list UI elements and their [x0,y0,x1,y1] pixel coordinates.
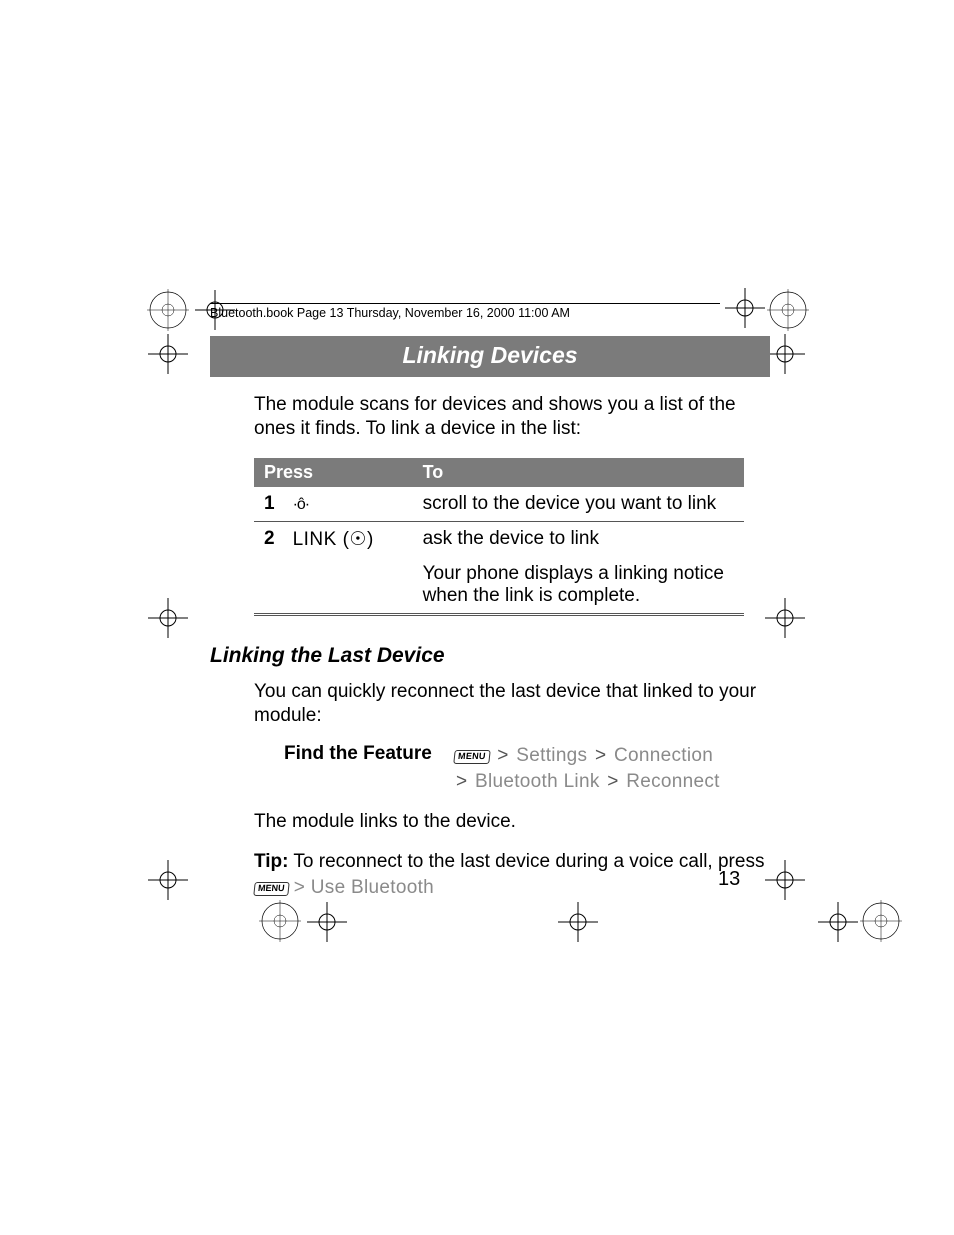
crop-mark [765,860,805,900]
find-the-feature: Find the Feature MENU > Settings > Conne… [210,743,770,794]
rosette-bottom-left [257,898,303,944]
menu-key-icon: MENU [453,750,490,764]
crop-mark [765,334,805,374]
crop-mark [148,334,188,374]
crop-mark [148,598,188,638]
col-to: To [413,458,744,487]
crop-mark [558,902,598,942]
step-number: 1 [254,487,283,522]
step-desc: scroll to the device you want to link [413,487,744,522]
instructions-table: Press To 1 ·ô· scroll to the device you … [254,458,744,616]
press-action: LINK (☉) [283,521,413,557]
crop-mark [818,902,858,942]
rosette-top-right [765,287,811,333]
table-row: 1 ·ô· scroll to the device you want to l… [254,487,744,522]
section-subhead: Linking the Last Device [210,644,770,668]
step-desc: ask the device to link [413,521,744,557]
crop-mark [148,860,188,900]
step-desc-extra: Your phone displays a linking notice whe… [413,557,744,615]
press-action: ·ô· [283,487,413,522]
page-number: 13 [718,868,740,891]
page-title: Linking Devices [210,336,770,377]
intro-text: The module scans for devices and shows y… [210,393,770,442]
col-press: Press [254,458,413,487]
links-text: The module links to the device. [210,810,770,835]
feature-path: MENU > Settings > Connection > Bluetooth… [454,743,720,794]
rosette-bottom-right [858,898,904,944]
feature-label: Find the Feature [284,743,454,794]
table-row: 2 LINK (☉) ask the device to link [254,521,744,557]
table-row: Your phone displays a linking notice whe… [254,557,744,615]
tip-text: Tip: To reconnect to the last device dur… [210,849,770,900]
nav-dot-icon: ·ô· [293,496,310,513]
crop-mark [765,598,805,638]
sub-intro: You can quickly reconnect the last devic… [210,680,770,729]
tip-label: Tip: [254,851,288,872]
page-content: Linking Devices The module scans for dev… [210,300,770,900]
crop-mark [307,902,347,942]
rosette-top-left [145,287,191,333]
step-number: 2 [254,521,283,557]
menu-key-icon: MENU [253,882,289,896]
